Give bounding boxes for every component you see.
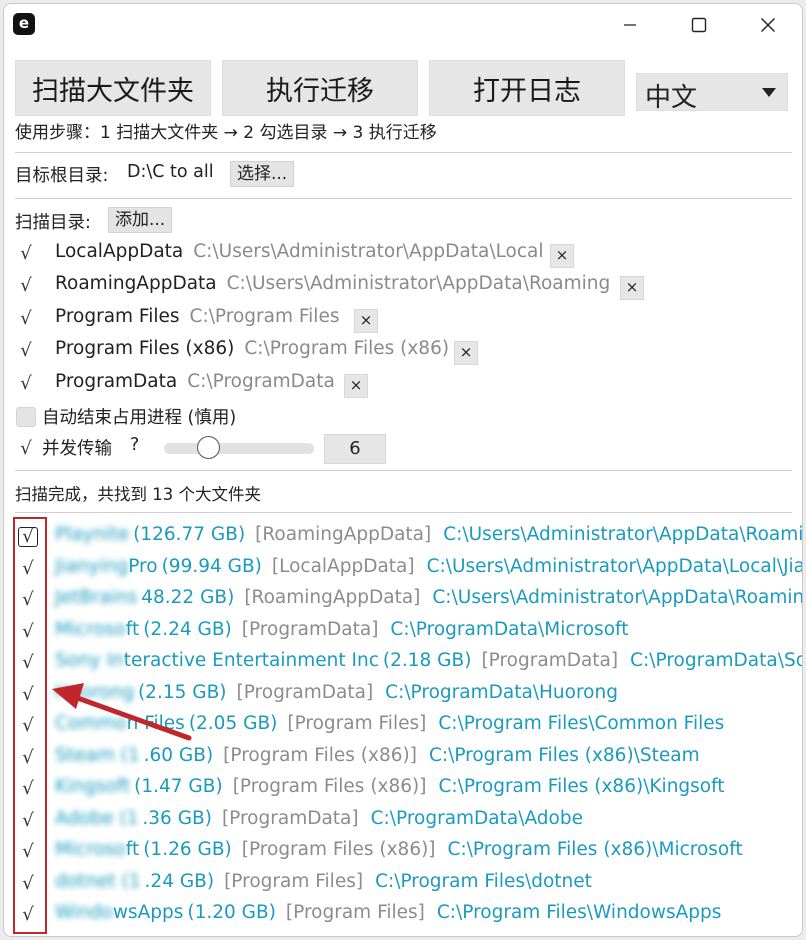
annotation-arrow-icon <box>52 683 192 741</box>
